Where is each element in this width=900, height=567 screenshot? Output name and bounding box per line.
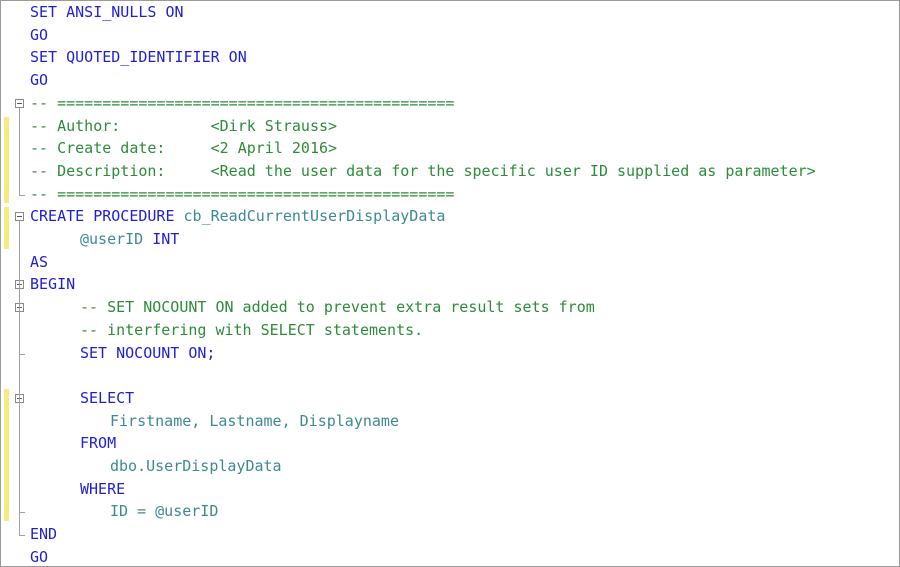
code-text: -- =====================================… (30, 184, 454, 204)
code-text: GO (30, 547, 49, 566)
code-line[interactable]: -- Author: <Dirk Strauss> (1, 115, 899, 138)
code-text: -- Create date: <2 April 2016> (30, 138, 337, 158)
change-marker (4, 388, 9, 522)
code-line[interactable]: SET ANSI_NULLS ON (1, 1, 899, 24)
code-text: CREATE PROCEDURE cb_ReadCurrentUserDispl… (30, 206, 445, 226)
code-text: FROM (80, 433, 116, 453)
code-token: INT (152, 230, 180, 248)
code-token: SELECT (80, 388, 135, 407)
outline-guide-end (19, 512, 25, 514)
code-token: dbo.UserDisplayData (110, 457, 282, 475)
code-text: Firstname, Lastname, Displayname (110, 411, 399, 431)
code-token: WHERE (80, 479, 126, 498)
code-line[interactable]: BEGIN (1, 273, 899, 296)
code-line[interactable]: @userID INT (1, 228, 899, 251)
outline-guide (19, 107, 20, 195)
code-token: -- =====================================… (30, 184, 455, 203)
outline-guide (19, 402, 20, 513)
code-line[interactable]: SET NOCOUNT ON; (1, 342, 899, 365)
code-token: GO (30, 71, 49, 90)
code-token: SET QUOTED_IDENTIFIER ON (30, 48, 247, 67)
code-token: SET NOCOUNT ON; (80, 343, 216, 362)
collapse-icon[interactable] (15, 212, 24, 222)
code-token: -- SET NOCOUNT ON added to prevent extra… (80, 298, 595, 317)
code-line[interactable]: dbo.UserDisplayData (1, 455, 899, 478)
code-line[interactable]: -- =====================================… (1, 92, 899, 115)
code-line[interactable]: FROM (1, 432, 899, 455)
code-text: AS (30, 252, 48, 272)
code-text: END (30, 524, 57, 544)
sql-editor-window: SET ANSI_NULLS ON GO SET QUOTED_IDENTIFIER… (0, 0, 900, 567)
code-token: ID = @userID (110, 502, 219, 521)
code-line[interactable]: -- SET NOCOUNT ON added to prevent extra… (1, 296, 899, 319)
code-token: -- Author: <Dirk Strauss> (30, 116, 338, 135)
code-text: SET ANSI_NULLS ON (30, 2, 184, 22)
code-token: -- interfering with SELECT statements. (80, 320, 424, 339)
code-text: -- SET NOCOUNT ON added to prevent extra… (80, 297, 595, 317)
code-line[interactable]: -- Create date: <2 April 2016> (1, 137, 899, 160)
outline-guide-end (19, 535, 25, 537)
outline-guide-end (19, 194, 25, 196)
code-text: -- =====================================… (30, 93, 454, 113)
code-line[interactable]: ID = @userID (1, 500, 899, 523)
code-line[interactable] (1, 364, 899, 387)
code-line[interactable]: WHERE (1, 478, 899, 501)
code-text: GO (30, 25, 48, 45)
code-token: Firstname, Lastname, Displayname (110, 411, 399, 430)
code-line[interactable]: -- Description: <Read the user data for … (1, 160, 899, 183)
code-text: -- Description: <Read the user data for … (30, 161, 816, 181)
collapse-icon[interactable] (15, 98, 24, 108)
code-line[interactable]: -- =====================================… (1, 183, 899, 206)
code-line[interactable]: GO (1, 24, 899, 47)
code-editor[interactable]: SET ANSI_NULLS ON GO SET QUOTED_IDENTIFIER… (1, 1, 899, 566)
outline-guide-end (19, 353, 25, 355)
code-token: cb_ReadCurrentUserDisplayData (183, 207, 446, 226)
code-token: BEGIN (30, 275, 76, 294)
code-line[interactable]: AS (1, 251, 899, 274)
code-line[interactable]: CREATE PROCEDURE cb_ReadCurrentUserDispl… (1, 205, 899, 228)
code-token: -- =====================================… (30, 93, 455, 112)
code-text: SET NOCOUNT ON; (80, 343, 215, 363)
code-text: SELECT (80, 388, 134, 408)
change-marker (4, 207, 9, 249)
code-token: SET ANSI_NULLS ON (30, 3, 184, 21)
code-line[interactable]: SELECT (1, 387, 899, 410)
code-text: dbo.UserDisplayData (110, 456, 282, 476)
code-token: CREATE PROCEDURE (30, 207, 184, 226)
outline-guide (19, 312, 20, 354)
code-text: ID = @userID (110, 501, 218, 521)
code-text: @userID INT (80, 229, 179, 249)
code-token: END (30, 525, 58, 544)
code-token: @userID (80, 230, 153, 248)
code-text: -- Author: <Dirk Strauss> (30, 116, 337, 136)
code-line[interactable]: GO (1, 69, 899, 92)
code-line[interactable]: END (1, 523, 899, 546)
code-token: -- Description: <Read the user data for … (30, 161, 816, 180)
code-token: -- Create date: <2 April 2016> (30, 139, 338, 158)
code-line[interactable]: GO (1, 546, 899, 566)
code-token: AS (30, 252, 49, 271)
code-text: -- interfering with SELECT statements. (80, 320, 423, 340)
code-line[interactable]: -- interfering with SELECT statements. (1, 319, 899, 342)
code-line[interactable]: Firstname, Lastname, Displayname (1, 410, 899, 433)
code-line[interactable]: SET QUOTED_IDENTIFIER ON (1, 46, 899, 69)
code-token: GO (30, 25, 49, 44)
code-token: FROM (80, 434, 117, 453)
code-text: SET QUOTED_IDENTIFIER ON (30, 47, 247, 67)
code-text: WHERE (80, 479, 125, 499)
code-text: BEGIN (30, 274, 75, 294)
code-text: GO (30, 70, 48, 90)
code-token: GO (30, 547, 49, 566)
change-marker (4, 116, 9, 204)
